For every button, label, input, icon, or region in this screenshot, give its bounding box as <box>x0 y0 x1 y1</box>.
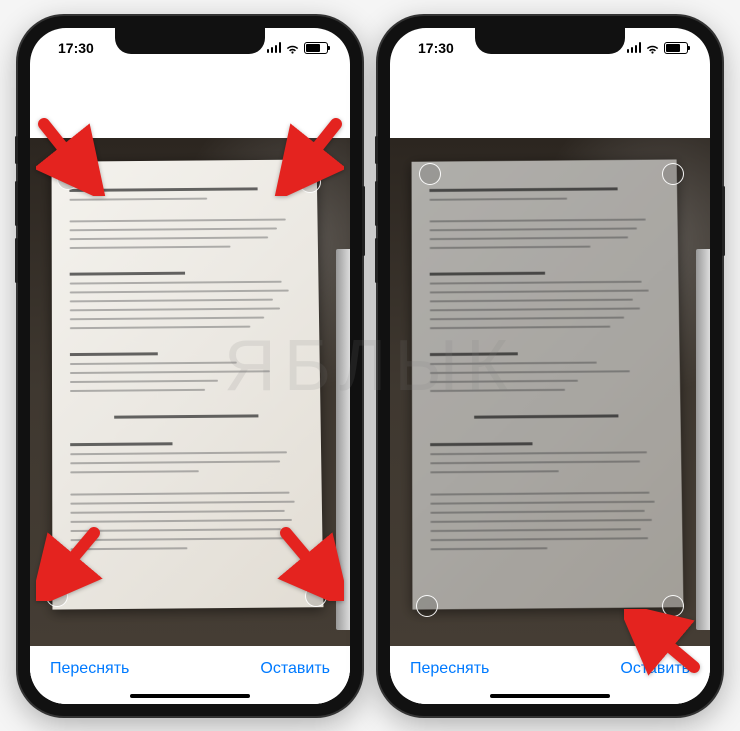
wifi-icon <box>285 42 300 53</box>
notch <box>115 28 265 54</box>
notch <box>475 28 625 54</box>
keep-button[interactable]: Оставить <box>620 660 690 678</box>
crop-handle-tr[interactable] <box>299 171 321 193</box>
retake-button[interactable]: Переснять <box>410 660 489 678</box>
phone-mockup-right: 17:30 <box>378 16 722 716</box>
home-indicator[interactable] <box>490 694 610 698</box>
status-time: 17:30 <box>58 40 94 56</box>
retake-button[interactable]: Переснять <box>50 660 129 678</box>
keep-button[interactable]: Оставить <box>260 660 330 678</box>
battery-icon <box>304 42 328 54</box>
camera-viewfinder[interactable] <box>30 138 350 646</box>
screen-right: 17:30 <box>390 28 710 704</box>
battery-icon <box>664 42 688 54</box>
home-indicator[interactable] <box>130 694 250 698</box>
camera-viewfinder[interactable] <box>390 138 710 646</box>
crop-handle-br[interactable] <box>305 585 327 607</box>
screen-left: 17:30 <box>30 28 350 704</box>
crop-handle-tl[interactable] <box>419 163 441 185</box>
crop-handle-br[interactable] <box>662 595 684 617</box>
crop-handle-tl[interactable] <box>57 168 79 190</box>
crop-handle-tr[interactable] <box>662 163 684 185</box>
crop-handle-bl[interactable] <box>46 585 68 607</box>
crop-handle-bl[interactable] <box>416 595 438 617</box>
scanned-document <box>412 159 684 609</box>
scan-content-right: Переснять Оставить <box>390 68 710 704</box>
signal-icon <box>627 42 642 53</box>
wifi-icon <box>645 42 660 53</box>
phone-mockup-left: 17:30 <box>18 16 362 716</box>
status-time: 17:30 <box>418 40 454 56</box>
scanned-document <box>52 159 324 609</box>
scan-content-left: Переснять Оставить <box>30 68 350 704</box>
signal-icon <box>267 42 282 53</box>
